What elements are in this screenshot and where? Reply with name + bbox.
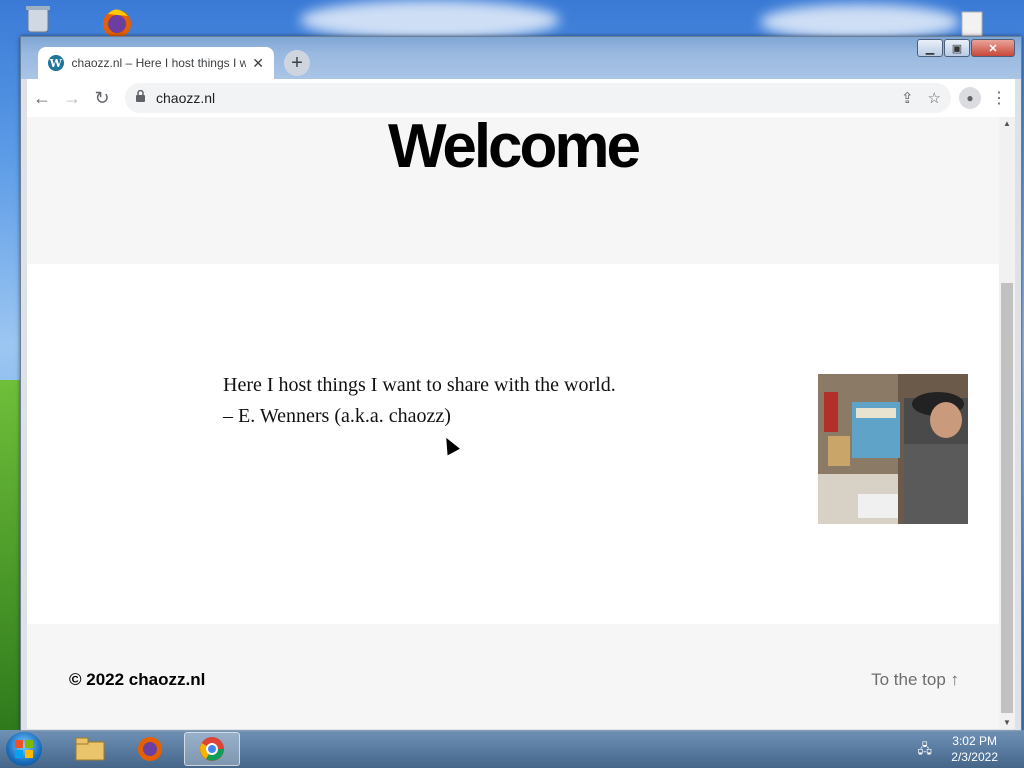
author-photo (818, 374, 968, 524)
document-desktop-icon[interactable] (958, 10, 988, 37)
firefox-icon[interactable] (122, 732, 178, 766)
site-footer: © 2022 chaozz.nl To the top ↑ (27, 624, 999, 729)
forward-arrow-icon[interactable]: → (57, 83, 87, 113)
chrome-window: ▁ ▣ ✕ W chaozz.nl – Here I host things I… (20, 36, 1022, 732)
scroll-up-icon[interactable]: ▲ (1003, 119, 1011, 128)
to-the-top-link[interactable]: To the top ↑ (871, 670, 959, 690)
toolbar-right: ● ⋮ (959, 87, 1009, 109)
bookmark-star-icon[interactable]: ☆ (928, 89, 941, 107)
recycle-bin-icon[interactable] (22, 4, 54, 34)
menu-kebab-icon[interactable]: ⋮ (989, 88, 1009, 108)
page-scrollbar[interactable]: ▲ ▼ (999, 117, 1015, 729)
footer-copyright[interactable]: © 2022 chaozz.nl (69, 670, 205, 690)
windows-taskbar: 🖧 3:02 PM 2/3/2022 (0, 730, 1024, 768)
page-viewport: Welcome Here I host things I want to sha… (27, 117, 999, 729)
quote-line-2: – E. Wenners (a.k.a. chaozz) (223, 405, 451, 427)
url-text[interactable]: chaozz.nl (156, 90, 215, 106)
reload-icon[interactable]: ↻ (87, 83, 117, 113)
profile-avatar-icon[interactable]: ● (959, 87, 981, 109)
new-tab-button[interactable]: + (284, 50, 310, 76)
wordpress-icon: W (48, 55, 64, 71)
chrome-icon[interactable] (184, 732, 240, 766)
address-bar[interactable]: chaozz.nl ⇪ ☆ (125, 83, 951, 113)
browser-toolbar: ← → ↻ chaozz.nl ⇪ ☆ ● ⋮ (27, 79, 1015, 117)
start-button[interactable] (6, 732, 42, 766)
firefox-desktop-icon[interactable] (94, 4, 140, 38)
tab-close-icon[interactable]: ✕ (252, 55, 264, 72)
omnibox-actions: ⇪ ☆ (901, 89, 941, 107)
back-arrow-icon[interactable]: ← (27, 83, 57, 113)
clock-time: 3:02 PM (952, 734, 997, 748)
restore-button[interactable]: ▣ (944, 39, 970, 57)
tab-title: chaozz.nl – Here I host things I w (71, 56, 247, 70)
scrollbar-thumb[interactable] (1001, 283, 1013, 713)
browser-tab[interactable]: W chaozz.nl – Here I host things I w ✕ (38, 47, 274, 79)
file-explorer-icon[interactable] (62, 732, 118, 766)
page-title: Welcome (387, 117, 641, 181)
close-window-button[interactable]: ✕ (971, 39, 1015, 57)
share-icon[interactable]: ⇪ (901, 89, 914, 107)
content-section: Here I host things I want to share with … (27, 264, 999, 624)
scroll-down-icon[interactable]: ▼ (1003, 718, 1011, 727)
network-tray-icon[interactable]: 🖧 (918, 740, 933, 762)
window-controls: ▁ ▣ ✕ (917, 39, 1015, 57)
quote-line-1: Here I host things I want to share with … (223, 374, 616, 396)
taskbar-clock[interactable]: 3:02 PM 2/3/2022 (951, 733, 998, 765)
hero-section: Welcome (27, 117, 999, 264)
desktop-cloud (760, 4, 960, 40)
intro-quote: Here I host things I want to share with … (223, 370, 616, 432)
desktop-cloud (300, 0, 560, 40)
minimize-button[interactable]: ▁ (917, 39, 943, 57)
clock-date: 2/3/2022 (951, 750, 998, 764)
lock-icon[interactable] (135, 89, 146, 106)
